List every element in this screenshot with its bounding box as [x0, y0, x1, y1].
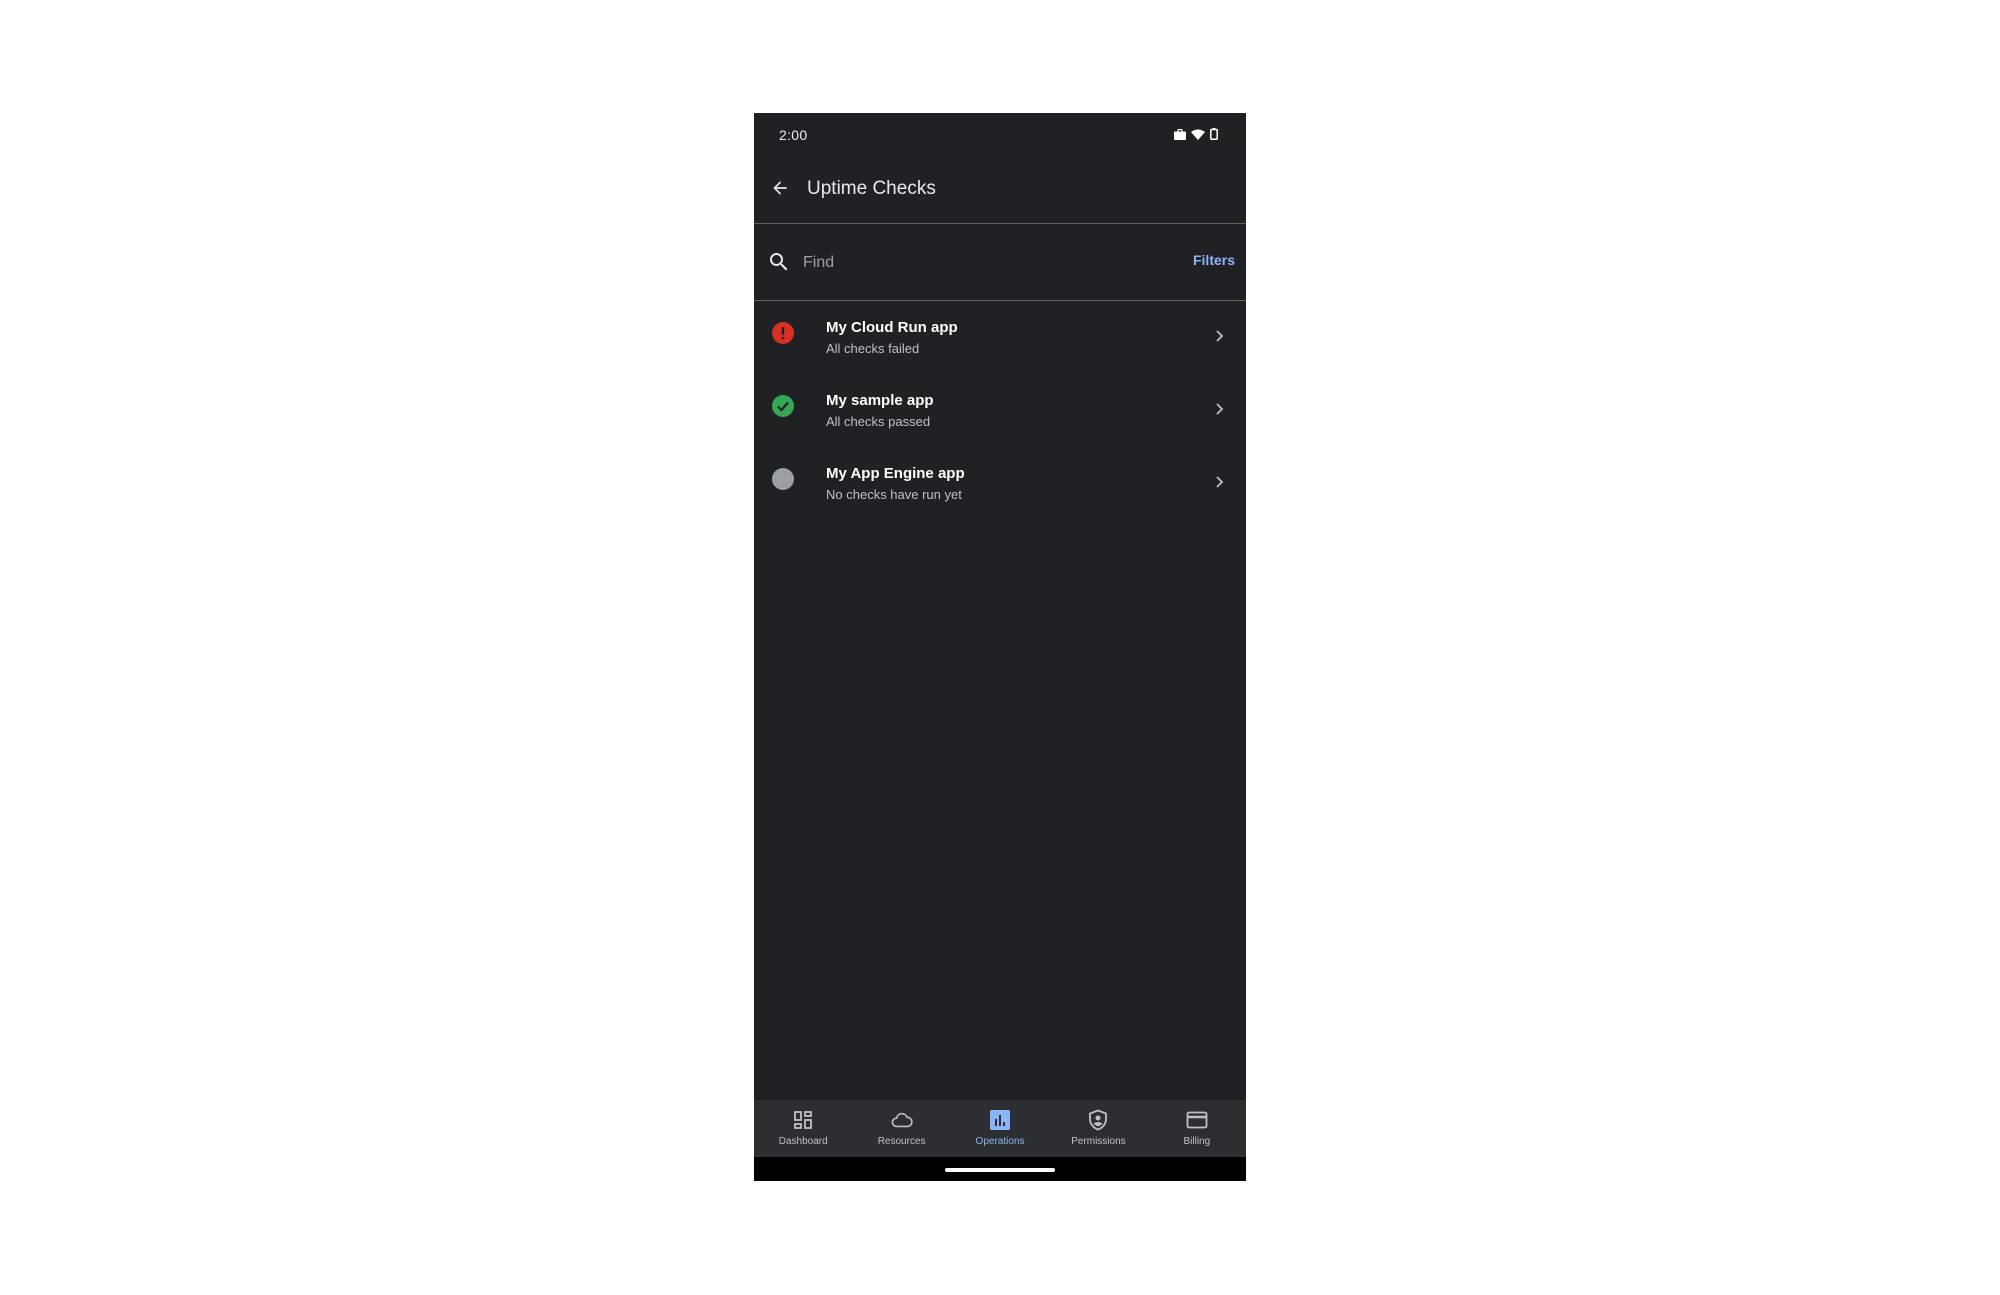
chevron-right-icon	[1212, 402, 1226, 416]
bottom-navigation: Dashboard Resources Operations Permissio…	[754, 1100, 1246, 1157]
home-gesture-handle[interactable]	[945, 1168, 1055, 1172]
item-status-text: All checks passed	[826, 414, 931, 429]
arrow-back-icon	[770, 178, 790, 203]
item-title: My App Engine app	[826, 465, 965, 482]
item-status-text: No checks have run yet	[826, 487, 962, 502]
error-icon	[772, 322, 794, 344]
nav-label: Billing	[1183, 1136, 1211, 1147]
search-bar: Filters	[754, 224, 1246, 301]
status-time: 2:00	[779, 127, 808, 143]
shield-user-icon	[1087, 1109, 1109, 1131]
check-circle-icon	[772, 395, 794, 417]
battery-icon	[1210, 128, 1218, 140]
item-status-text: All checks failed	[826, 341, 920, 356]
back-button[interactable]	[766, 176, 794, 204]
dashboard-icon	[792, 1109, 814, 1131]
item-title: My sample app	[826, 392, 934, 409]
search-icon	[767, 250, 791, 274]
chevron-right-icon	[1212, 329, 1226, 343]
list-item-cloud-run[interactable]: My Cloud Run app All checks failed	[754, 301, 1246, 374]
nav-label: Operations	[975, 1136, 1025, 1147]
phone-screen: 2:00 Uptime Checks Filters	[754, 113, 1246, 1181]
bar-chart-icon	[989, 1109, 1011, 1131]
list-item-sample-app[interactable]: My sample app All checks passed	[754, 374, 1246, 447]
chevron-right-icon	[1212, 475, 1226, 489]
gesture-navigation-bar	[754, 1157, 1246, 1181]
nav-item-resources[interactable]: Resources	[852, 1100, 950, 1157]
cloud-icon	[891, 1109, 913, 1131]
nav-label: Permissions	[1071, 1136, 1126, 1147]
nav-item-permissions[interactable]: Permissions	[1049, 1100, 1147, 1157]
nav-item-dashboard[interactable]: Dashboard	[754, 1100, 852, 1157]
wifi-icon	[1191, 129, 1205, 140]
neutral-status-icon	[772, 468, 794, 490]
nav-label: Dashboard	[778, 1136, 828, 1147]
work-profile-icon	[1174, 128, 1186, 140]
page-title: Uptime Checks	[807, 178, 936, 199]
uptime-checks-list: My Cloud Run app All checks failed My sa…	[754, 301, 1246, 520]
search-input[interactable]	[801, 246, 1105, 280]
item-title: My Cloud Run app	[826, 319, 958, 336]
list-item-app-engine[interactable]: My App Engine app No checks have run yet	[754, 447, 1246, 520]
status-bar: 2:00	[754, 113, 1246, 157]
credit-card-icon	[1186, 1109, 1208, 1131]
status-icons	[1174, 128, 1218, 140]
app-bar: Uptime Checks	[754, 157, 1246, 224]
nav-item-operations[interactable]: Operations	[951, 1100, 1049, 1157]
filters-button[interactable]: Filters	[1193, 252, 1235, 268]
nav-label: Resources	[877, 1136, 926, 1147]
nav-item-billing[interactable]: Billing	[1148, 1100, 1246, 1157]
